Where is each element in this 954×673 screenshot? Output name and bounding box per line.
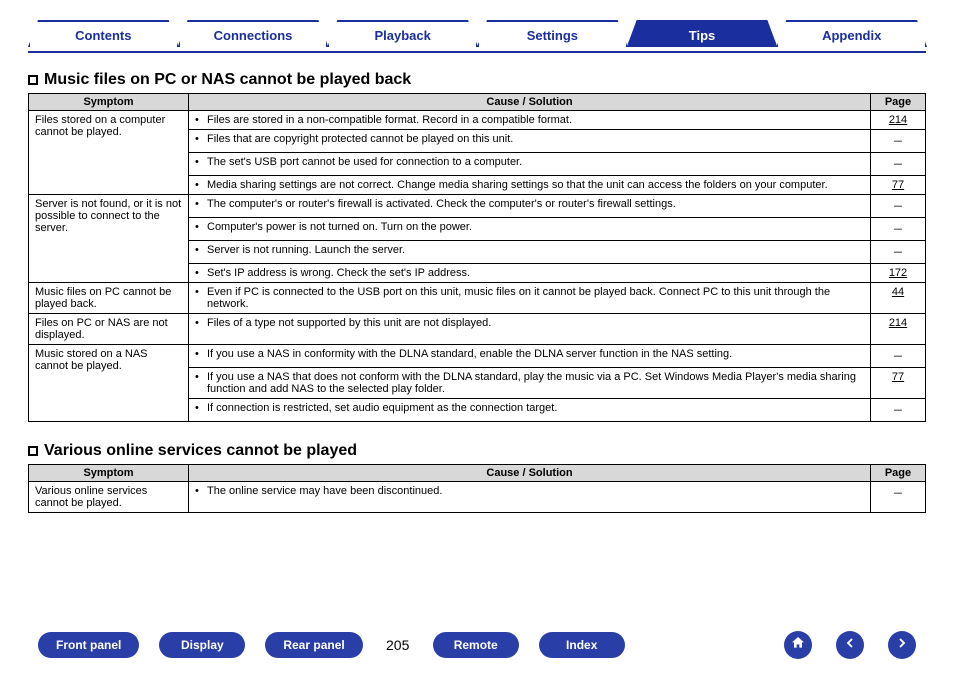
- section-title-text: Various online services cannot be played: [44, 442, 357, 460]
- col-symptom: Symptom: [29, 465, 189, 482]
- col-page: Page: [871, 465, 926, 482]
- page-cell[interactable]: 77: [871, 176, 926, 195]
- col-cause: Cause / Solution: [189, 465, 871, 482]
- cause-cell: •The computer's or router's firewall is …: [189, 195, 871, 218]
- col-symptom: Symptom: [29, 94, 189, 111]
- cause-cell: •Server is not running. Launch the serve…: [189, 241, 871, 264]
- cause-cell: •Computer's power is not turned on. Turn…: [189, 218, 871, 241]
- col-cause: Cause / Solution: [189, 94, 871, 111]
- symptom-cell: Various online services cannot be played…: [29, 482, 189, 513]
- cause-cell: •Media sharing settings are not correct.…: [189, 176, 871, 195]
- page-cell: －: [871, 345, 926, 368]
- square-bullet-icon: [28, 446, 38, 456]
- page-link[interactable]: 77: [892, 371, 904, 383]
- front-panel-button[interactable]: Front panel: [38, 632, 139, 658]
- page-cell[interactable]: 214: [871, 111, 926, 130]
- cause-cell: •If you use a NAS in conformity with the…: [189, 345, 871, 368]
- cause-cell: •Files that are copyright protected cann…: [189, 130, 871, 153]
- arrow-right-icon: [894, 635, 910, 656]
- symptom-cell: Music files on PC cannot be played back.: [29, 283, 189, 314]
- remote-button[interactable]: Remote: [433, 632, 519, 658]
- cause-cell: •Even if PC is connected to the USB port…: [189, 283, 871, 314]
- page-number: 205: [383, 637, 413, 653]
- rear-panel-button[interactable]: Rear panel: [265, 632, 362, 658]
- section-title-1: Music files on PC or NAS cannot be playe…: [28, 71, 926, 89]
- table-row: Music stored on a NAS cannot be played.•…: [29, 345, 926, 368]
- page-cell: －: [871, 130, 926, 153]
- prev-page-button[interactable]: [836, 631, 864, 659]
- top-tabs: Contents Connections Playback Settings T…: [28, 20, 926, 53]
- troubleshoot-table-1: Symptom Cause / Solution Page Files stor…: [28, 93, 926, 422]
- display-button[interactable]: Display: [159, 632, 245, 658]
- section-title-text: Music files on PC or NAS cannot be playe…: [44, 71, 411, 89]
- tab-playback[interactable]: Playback: [327, 20, 478, 47]
- page-link[interactable]: 44: [892, 286, 904, 298]
- next-page-button[interactable]: [888, 631, 916, 659]
- square-bullet-icon: [28, 75, 38, 85]
- page-cell: －: [871, 218, 926, 241]
- page-link[interactable]: 214: [889, 114, 907, 126]
- section-title-2: Various online services cannot be played: [28, 442, 926, 460]
- tab-connections[interactable]: Connections: [178, 20, 329, 47]
- page-cell: －: [871, 482, 926, 513]
- cause-cell: •Files of a type not supported by this u…: [189, 314, 871, 345]
- cause-cell: •The online service may have been discon…: [189, 482, 871, 513]
- tab-settings[interactable]: Settings: [477, 20, 628, 47]
- cause-cell: •The set's USB port cannot be used for c…: [189, 153, 871, 176]
- table-row: Files on PC or NAS are not displayed.•Fi…: [29, 314, 926, 345]
- col-page: Page: [871, 94, 926, 111]
- table-row: Files stored on a computer cannot be pla…: [29, 111, 926, 130]
- page-cell[interactable]: 214: [871, 314, 926, 345]
- table-row: Various online services cannot be played…: [29, 482, 926, 513]
- table-row: Server is not found, or it is not possib…: [29, 195, 926, 218]
- symptom-cell: Files on PC or NAS are not displayed.: [29, 314, 189, 345]
- tab-contents[interactable]: Contents: [28, 20, 179, 47]
- page-cell[interactable]: 44: [871, 283, 926, 314]
- cause-cell: •Files are stored in a non-compatible fo…: [189, 111, 871, 130]
- arrow-left-icon: [842, 635, 858, 656]
- troubleshoot-table-2: Symptom Cause / Solution Page Various on…: [28, 464, 926, 513]
- symptom-cell: Server is not found, or it is not possib…: [29, 195, 189, 283]
- tab-appendix[interactable]: Appendix: [776, 20, 927, 47]
- index-button[interactable]: Index: [539, 632, 625, 658]
- symptom-cell: Files stored on a computer cannot be pla…: [29, 111, 189, 195]
- page-link[interactable]: 214: [889, 317, 907, 329]
- page-cell: －: [871, 241, 926, 264]
- page-cell[interactable]: 172: [871, 264, 926, 283]
- page-cell[interactable]: 77: [871, 368, 926, 399]
- page-link[interactable]: 77: [892, 179, 904, 191]
- cause-cell: •If connection is restricted, set audio …: [189, 399, 871, 422]
- symptom-cell: Music stored on a NAS cannot be played.: [29, 345, 189, 422]
- cause-cell: •Set's IP address is wrong. Check the se…: [189, 264, 871, 283]
- cause-cell: •If you use a NAS that does not conform …: [189, 368, 871, 399]
- page-cell: －: [871, 195, 926, 218]
- table-row: Music files on PC cannot be played back.…: [29, 283, 926, 314]
- page-cell: －: [871, 153, 926, 176]
- home-button[interactable]: [784, 631, 812, 659]
- home-icon: [790, 635, 806, 656]
- page-link[interactable]: 172: [889, 267, 907, 279]
- footer-nav: Front panel Display Rear panel 205 Remot…: [28, 623, 926, 663]
- page-cell: －: [871, 399, 926, 422]
- tab-tips[interactable]: Tips: [627, 20, 778, 47]
